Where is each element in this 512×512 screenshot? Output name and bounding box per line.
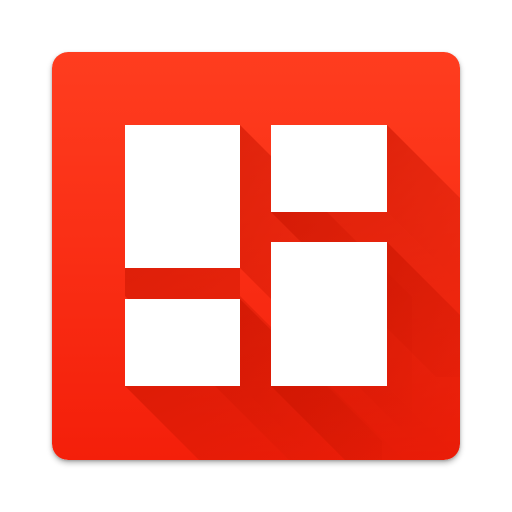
tile-bottom-right — [271, 242, 387, 386]
layout-grid-app-icon[interactable] — [52, 52, 460, 460]
icon-canvas — [0, 0, 512, 512]
tile-bottom-left — [125, 299, 240, 386]
tile-top-left — [125, 125, 240, 268]
tile-top-right — [271, 125, 387, 212]
app-icon-graphic — [52, 52, 460, 460]
